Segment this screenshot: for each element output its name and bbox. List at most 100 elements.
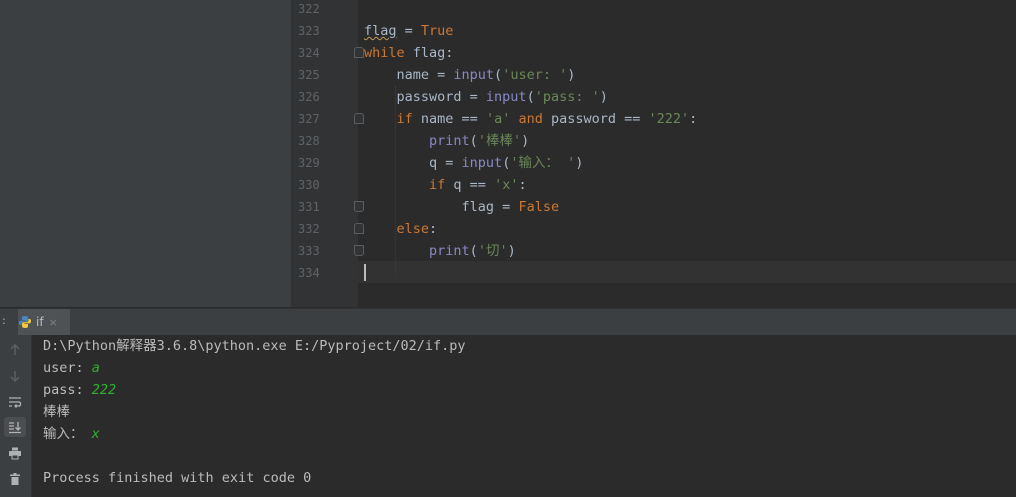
code-token: '棒棒' — [477, 133, 522, 149]
text-caret — [364, 264, 366, 281]
tool-window-prefix: : — [2, 314, 6, 327]
code-token: flag: — [404, 45, 454, 61]
code-token: print — [429, 243, 470, 259]
console-line: 棒棒 — [43, 401, 70, 423]
code-line: else: — [364, 218, 438, 240]
user-input-echo: a — [91, 360, 100, 376]
code-token: input — [485, 89, 527, 105]
line-number: 324 — [298, 46, 320, 60]
line-number: 327 — [298, 112, 320, 126]
fold-marker-else[interactable] — [354, 223, 364, 234]
code-token: False — [518, 199, 560, 215]
console-line: Process finished with exit code 0 — [43, 467, 311, 489]
user-input-echo: 222 — [91, 382, 117, 398]
code-token: ( — [494, 67, 503, 83]
code-line: password = input('pass: ') — [364, 86, 608, 108]
code-token: password = — [364, 89, 486, 105]
current-line-highlight — [358, 261, 1016, 283]
code-token: '222' — [648, 111, 690, 127]
code-token: 'x' — [494, 177, 519, 193]
code-token: ( — [526, 89, 535, 105]
arrow-down-icon[interactable] — [4, 366, 26, 386]
code-line: print('棒棒') — [364, 130, 529, 152]
code-token: else — [396, 221, 430, 237]
code-token: : — [429, 221, 438, 237]
print-icon[interactable] — [4, 443, 26, 463]
fold-end-marker-if[interactable] — [354, 201, 364, 212]
console-line: D:\Python解释器3.6.8\python.exe E:/Pyprojec… — [43, 335, 466, 357]
code-token: if — [396, 111, 413, 127]
code-token: '输入： ' — [510, 155, 576, 171]
code-line: flag = True — [364, 20, 453, 42]
line-number: 325 — [298, 68, 320, 82]
fold-marker-if[interactable] — [354, 113, 364, 124]
code-token: and — [518, 111, 543, 127]
code-line: while flag: — [364, 42, 453, 64]
run-tab-if[interactable]: if × — [18, 309, 70, 335]
user-input-echo: x — [91, 426, 100, 442]
run-tab-label: if — [36, 315, 44, 329]
code-line: print('切') — [364, 240, 516, 262]
code-token: ) — [521, 133, 530, 149]
code-token: : — [689, 111, 698, 127]
code-token: q = — [364, 155, 462, 171]
close-icon[interactable]: × — [49, 316, 58, 329]
run-console-output[interactable]: D:\Python解释器3.6.8\python.exe E:/Pyprojec… — [32, 335, 1016, 497]
code-token: password == — [542, 111, 649, 127]
scroll-to-end-icon[interactable] — [4, 417, 26, 437]
line-number: 334 — [298, 266, 320, 280]
line-number: 323 — [298, 24, 320, 38]
code-token: while — [364, 45, 405, 61]
project-panel — [0, 0, 292, 307]
code-token: : — [518, 177, 527, 193]
console-text: pass: — [43, 382, 92, 398]
python-icon — [19, 316, 31, 328]
soft-wrap-icon[interactable] — [4, 392, 26, 412]
fold-marker-while[interactable] — [354, 47, 364, 58]
code-token: flag — [364, 23, 397, 39]
code-line: flag = False — [364, 196, 560, 218]
code-token: if — [429, 177, 446, 193]
code-line: if name == 'a' and password == '222': — [364, 108, 698, 130]
line-number: 333 — [298, 244, 320, 258]
line-number: 326 — [298, 90, 320, 104]
code-token: 'user: ' — [502, 67, 568, 83]
console-text: 棒棒 — [43, 404, 70, 420]
code-token: ) — [599, 89, 608, 105]
code-token: = — [396, 23, 421, 39]
fold-end-marker-else[interactable] — [354, 245, 364, 256]
run-tool-header: : if × — [0, 308, 1016, 336]
run-toolbar — [0, 335, 32, 497]
code-token: flag = — [364, 199, 519, 215]
code-token: ( — [469, 133, 478, 149]
console-line: pass: 222 — [43, 379, 116, 401]
code-token: ) — [567, 67, 576, 83]
code-token: input — [461, 155, 503, 171]
code-line: q = input('输入： ') — [364, 152, 583, 174]
code-token: q == — [445, 177, 495, 193]
code-token: '切' — [477, 243, 508, 259]
code-token: ( — [469, 243, 478, 259]
trash-icon[interactable] — [4, 469, 26, 489]
line-number: 322 — [298, 2, 320, 16]
code-token: print — [429, 133, 470, 149]
console-line: user: a — [43, 357, 100, 379]
code-line: if q == 'x': — [364, 174, 527, 196]
code-token: name = — [364, 67, 454, 83]
arrow-up-icon[interactable] — [4, 340, 26, 360]
code-token: ) — [575, 155, 584, 171]
line-number: 332 — [298, 222, 320, 236]
line-number-gutter: 322 323 324 325 326 327 328 329 330 331 332 333 334 — [292, 0, 358, 307]
code-line: name = input('user: ') — [364, 64, 576, 86]
code-editor[interactable]: 322 323 324 325 326 327 328 329 330 331 332 333 334 … — [292, 0, 1016, 307]
line-number: 331 — [298, 200, 320, 214]
line-number: 329 — [298, 156, 320, 170]
line-number: 328 — [298, 134, 320, 148]
console-text: user: — [43, 360, 92, 376]
code-token: ) — [507, 243, 516, 259]
